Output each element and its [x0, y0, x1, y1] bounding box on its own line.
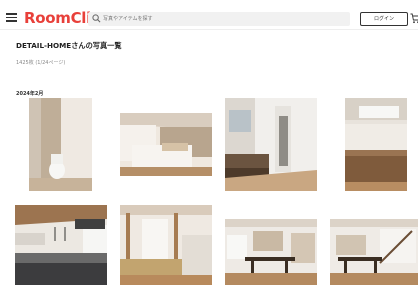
search-input[interactable]	[103, 12, 343, 26]
photo-image	[29, 98, 92, 191]
photo-thumbnail-tatami[interactable]	[120, 205, 212, 285]
search-bar[interactable]	[88, 12, 350, 26]
photo-thumbnail-washroom[interactable]	[225, 98, 317, 191]
cart-icon[interactable]	[410, 13, 418, 24]
photo-thumbnail-living[interactable]	[330, 219, 418, 285]
photo-thumbnail-bedroom[interactable]	[120, 113, 212, 176]
photo-image	[225, 98, 317, 191]
photo-image	[345, 98, 407, 191]
photo-image	[225, 219, 317, 285]
header: RoomClip ログイン	[0, 0, 418, 30]
page-title: DETAIL-HOMEさんの写真一覧	[16, 41, 122, 50]
login-button[interactable]: ログイン	[360, 12, 408, 26]
photo-thumbnail-dining[interactable]	[225, 219, 317, 285]
photo-image	[330, 219, 418, 285]
photo-count: 1425枚 (1/24ページ)	[16, 60, 66, 66]
photo-image	[120, 205, 212, 285]
search-icon	[92, 14, 101, 23]
photo-thumbnail-toilet[interactable]	[29, 98, 92, 191]
photo-image	[15, 205, 107, 285]
menu-icon[interactable]	[6, 13, 17, 22]
photo-thumbnail-counter[interactable]	[345, 98, 407, 191]
photo-thumbnail-kitchen[interactable]	[15, 205, 107, 285]
month-heading: 2024年2月	[16, 91, 44, 97]
photo-image	[120, 113, 212, 176]
